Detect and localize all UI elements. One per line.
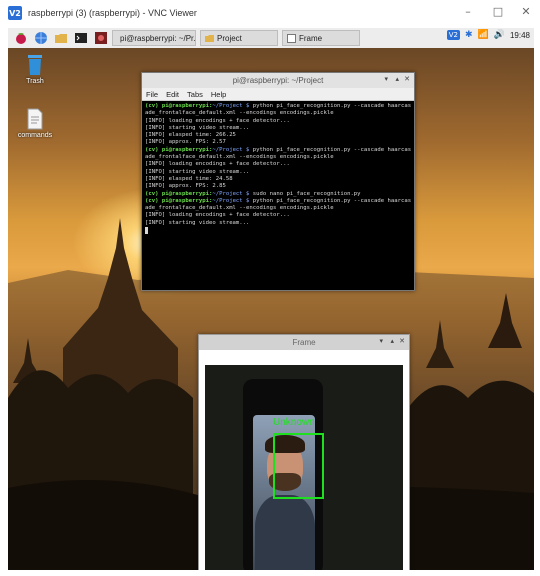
terminal-line: (cv) pi@raspberrypi:~/Project $ python p… [145, 103, 411, 110]
terminal-line: (cv) pi@raspberrypi:~/Project $ python p… [145, 198, 411, 205]
terminal-menubar: File Edit Tabs Help [142, 88, 414, 101]
pi-top-panel: pi@raspberrypi: ~/Pr... Project Frame V2… [8, 28, 534, 48]
frame-title: Frame [292, 338, 316, 347]
web-browser-icon[interactable] [34, 31, 48, 45]
terminal-path: ~/Project $ [212, 197, 250, 204]
terminal-line-text: [INFO] starting video stream... [145, 219, 250, 226]
terminal-path: ~/Project $ [212, 190, 250, 197]
terminal-line-text: python pi_face_recognition.py --cascade … [249, 103, 412, 109]
taskbar-terminal-button[interactable]: pi@raspberrypi: ~/Pr... [112, 30, 196, 46]
terminal-line-text: python pi_face_recognition.py --cascade … [249, 146, 412, 153]
terminal-titlebar[interactable]: pi@raspberrypi: ~/Project ▾ ▴ ✕ [142, 73, 414, 88]
terminal-prompt: (cv) pi@raspberrypi: [145, 190, 213, 197]
terminal-line-text: [INFO] elasped time: 266.25 [145, 132, 236, 139]
frame-close-button[interactable]: ✕ [399, 337, 405, 345]
terminal-path: ~/Project $ [212, 146, 250, 153]
terminal-launcher-icon[interactable] [74, 31, 88, 45]
terminal-minimize-button[interactable]: ▾ [384, 75, 388, 83]
person-shirt [255, 495, 315, 570]
vnc-close-button[interactable]: ✕ [516, 5, 536, 18]
terminal-line-text: [INFO] approx. FPS: 2.85 [145, 183, 226, 190]
desktop-trash-shortcut[interactable]: Trash [10, 52, 60, 85]
vnc-minimize-button[interactable]: – [458, 5, 478, 18]
face-detection-box [273, 433, 324, 499]
file-manager-icon[interactable] [54, 31, 68, 45]
terminal-line-text: [INFO] loading encodings + face detector… [145, 117, 290, 124]
terminal-output[interactable]: (cv) pi@raspberrypi:~/Project $ python p… [142, 101, 414, 236]
menu-help[interactable]: Help [211, 90, 226, 99]
volume-icon[interactable]: 🔊 [494, 30, 505, 40]
terminal-window[interactable]: pi@raspberrypi: ~/Project ▾ ▴ ✕ File Edi… [141, 72, 415, 291]
frame-titlebar[interactable]: Frame ▾ ▴ ✕ [199, 335, 409, 350]
terminal-line: ade_frontalface_default.xml --encodings … [145, 110, 411, 117]
terminal-line-text: [INFO] elasped time: 24.58 [145, 175, 233, 182]
vnc-window-title: raspberrypi (3) (raspberrypi) - VNC View… [28, 8, 197, 18]
terminal-path: ~/Project $ [212, 103, 250, 109]
terminal-line: [INFO] approx. FPS: 2.57 [145, 139, 411, 146]
terminal-line: (cv) pi@raspberrypi:~/Project $ sudo nan… [145, 191, 411, 198]
terminal-line: ade_frontalface_default.xml --encodings … [145, 205, 411, 212]
menu-file[interactable]: File [146, 90, 158, 99]
wifi-icon[interactable]: 📶 [478, 30, 489, 40]
desktop-icon-label: Trash [26, 78, 44, 85]
terminal-line-text: [INFO] starting video stream... [145, 168, 250, 175]
frame-window[interactable]: Frame ▾ ▴ ✕ Unknown [198, 334, 410, 570]
terminal-title: pi@raspberrypi: ~/Project [232, 76, 324, 85]
face-recognition-label: Unknown [273, 417, 315, 428]
taskbar-frame-button[interactable]: Frame [282, 30, 360, 46]
document-icon [27, 108, 43, 130]
terminal-line: [INFO] elasped time: 266.25 [145, 132, 411, 139]
terminal-prompt: (cv) pi@raspberrypi: [145, 197, 213, 204]
menu-edit[interactable]: Edit [166, 90, 179, 99]
taskbar-project-label: Project [217, 33, 242, 43]
raspberry-menu-icon[interactable] [14, 31, 28, 45]
terminal-prompt: (cv) pi@raspberrypi: [145, 103, 213, 109]
terminal-line: [INFO] loading encodings + face detector… [145, 212, 411, 219]
terminal-line-text: [INFO] approx. FPS: 2.57 [145, 139, 226, 146]
terminal-line-text: ade_frontalface_default.xml --encodings … [145, 205, 334, 212]
vnc-titlebar: V2 raspberrypi (3) (raspberrypi) - VNC V… [0, 0, 540, 26]
vnc-maximize-button[interactable]: □ [488, 5, 508, 18]
desktop-commands-shortcut[interactable]: commands [10, 108, 60, 139]
taskbar-terminal-label: pi@raspberrypi: ~/Pr... [120, 33, 196, 43]
menu-tabs[interactable]: Tabs [187, 90, 203, 99]
bluetooth-icon[interactable]: ✱ [465, 30, 473, 40]
terminal-line: [INFO] loading encodings + face detector… [145, 118, 411, 125]
terminal-cursor [145, 227, 148, 235]
terminal-prompt: (cv) pi@raspberrypi: [145, 146, 213, 153]
camera-feed: Unknown [205, 365, 403, 570]
terminal-line-text: sudo nano pi_face_recognition.py [249, 190, 361, 197]
system-tray: V2 ✱ 📶 🔊 19:48 [446, 30, 530, 40]
terminal-line: [INFO] starting video stream... [145, 220, 411, 227]
terminal-line-text: ade_frontalface_default.xml --encodings … [145, 110, 334, 117]
vnc-logo-icon: V2 [8, 6, 22, 20]
taskbar-project-button[interactable]: Project [200, 30, 278, 46]
terminal-line: [INFO] elasped time: 24.58 [145, 176, 411, 183]
vnc-tray-icon[interactable]: V2 [446, 30, 460, 40]
terminal-line-text: python pi_face_recognition.py --cascade … [249, 197, 412, 204]
terminal-maximize-button[interactable]: ▴ [395, 75, 399, 83]
frame-minimize-button[interactable]: ▾ [379, 337, 383, 345]
trash-icon [28, 55, 42, 75]
terminal-line: [INFO] loading encodings + face detector… [145, 161, 411, 168]
terminal-line-text: [INFO] starting video stream... [145, 124, 250, 131]
folder-icon [205, 34, 214, 42]
terminal-line-text: [INFO] loading encodings + face detector… [145, 212, 290, 219]
math-app-icon[interactable] [94, 31, 108, 45]
taskbar-frame-label: Frame [299, 33, 323, 43]
terminal-line-text: [INFO] loading encodings + face detector… [145, 161, 290, 168]
desktop-icon-label: commands [17, 132, 53, 139]
terminal-line: [INFO] approx. FPS: 2.85 [145, 183, 411, 190]
terminal-line: ade_frontalface_default.xml --encodings … [145, 154, 411, 161]
window-icon [287, 33, 296, 43]
terminal-line: [INFO] starting video stream... [145, 169, 411, 176]
terminal-line: (cv) pi@raspberrypi:~/Project $ python p… [145, 147, 411, 154]
terminal-line-text: ade_frontalface_default.xml --encodings … [145, 154, 334, 161]
terminal-line: [INFO] starting video stream... [145, 125, 411, 132]
desktop: Trash commands pi@raspberrypi: ~/Project… [8, 48, 534, 570]
clock: 19:48 [509, 30, 530, 40]
frame-maximize-button[interactable]: ▴ [390, 337, 394, 345]
terminal-close-button[interactable]: ✕ [404, 75, 410, 83]
